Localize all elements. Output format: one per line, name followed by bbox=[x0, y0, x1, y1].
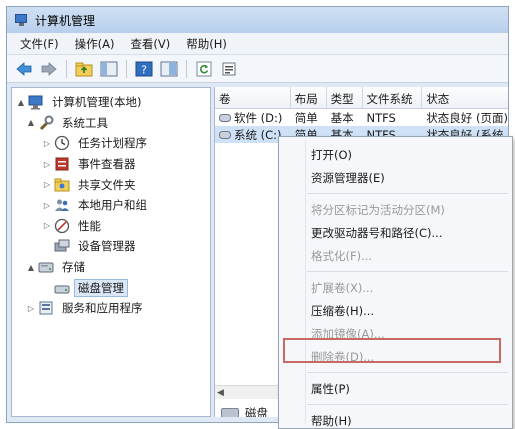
column-volume[interactable]: 卷 bbox=[215, 87, 291, 108]
expander-collapse-icon[interactable]: ▲ bbox=[16, 98, 26, 107]
forward-arrow-icon[interactable] bbox=[38, 58, 60, 80]
tree-node-performance[interactable]: ▷ 性能 bbox=[12, 216, 210, 237]
toolbar: ? bbox=[7, 55, 508, 83]
menu-view[interactable]: 查看(V) bbox=[123, 34, 177, 54]
tree-node-task-scheduler[interactable]: ▷ 任务计划程序 bbox=[12, 133, 210, 154]
device-manager-icon bbox=[54, 238, 70, 254]
computer-management-icon bbox=[15, 13, 29, 27]
menu-item-open[interactable]: 打开(O) bbox=[279, 143, 512, 166]
tree-node-services[interactable]: ▷ 服务和应用程序 bbox=[12, 298, 210, 319]
tree-node-device-manager[interactable]: 设备管理器 bbox=[12, 236, 210, 257]
clock-icon bbox=[54, 135, 70, 151]
table-row[interactable]: 软件 (D:) 简单 基本 NTFS 状态良好 (页面) bbox=[215, 109, 508, 126]
volume-filesystem: NTFS bbox=[366, 110, 396, 125]
event-viewer-icon bbox=[54, 156, 70, 172]
expander-expand-icon[interactable]: ▷ bbox=[26, 304, 36, 313]
tree-label: 设备管理器 bbox=[78, 239, 136, 254]
column-status[interactable]: 状态 bbox=[422, 87, 508, 108]
refresh-icon[interactable] bbox=[193, 58, 215, 80]
tree-label: 存储 bbox=[62, 260, 85, 275]
tree-label: 本地用户和组 bbox=[78, 198, 147, 213]
list-header: 卷 布局 类型 文件系统 状态 bbox=[215, 87, 508, 109]
menu-item-format: 格式化(F)... bbox=[311, 248, 373, 263]
performance-icon bbox=[54, 218, 70, 234]
menu-item-explorer[interactable]: 资源管理器(E) bbox=[279, 166, 512, 189]
delete-volume-highlight bbox=[283, 338, 501, 363]
scroll-left-icon[interactable]: ◀ bbox=[217, 388, 224, 398]
disk-row[interactable]: 磁盘 bbox=[221, 405, 268, 417]
volume-layout: 简单 bbox=[294, 110, 318, 125]
volume-icon bbox=[219, 111, 231, 125]
services-icon bbox=[38, 300, 54, 316]
tree-node-computer-management[interactable]: ▲ 计算机管理(本地) bbox=[12, 92, 210, 113]
window-title: 计算机管理 bbox=[35, 13, 96, 28]
back-arrow-icon[interactable] bbox=[13, 58, 35, 80]
tree-label: 事件查看器 bbox=[78, 157, 136, 172]
column-filesystem[interactable]: 文件系统 bbox=[363, 87, 423, 108]
menu-separator bbox=[307, 271, 508, 272]
svg-text:?: ? bbox=[141, 63, 147, 76]
menu-item-mark-active: 将分区标记为活动分区(M) bbox=[311, 202, 445, 217]
volume-name: 软件 (D:) bbox=[234, 110, 283, 125]
tree-node-shared-folders[interactable]: ▷ 共享文件夹 bbox=[12, 174, 210, 195]
menu-item-help[interactable]: 帮助(H) bbox=[279, 409, 512, 429]
tree-node-local-users[interactable]: ▷ 本地用户和组 bbox=[12, 195, 210, 216]
menu-item-extend-volume: 扩展卷(X)... bbox=[311, 280, 374, 295]
tree-label: 系统工具 bbox=[62, 115, 108, 130]
tree-label: 磁盘管理 bbox=[74, 278, 128, 297]
disk-icon bbox=[221, 408, 239, 417]
disk-management-icon bbox=[54, 280, 70, 296]
tree-label: 计算机管理(本地) bbox=[52, 95, 142, 110]
users-icon bbox=[54, 197, 70, 213]
expander-expand-icon[interactable]: ▷ bbox=[42, 201, 52, 210]
context-menu: 打开(O) 资源管理器(E) 将分区标记为活动分区(M) 更改驱动器号和路径(C… bbox=[278, 136, 513, 429]
console-tree-icon[interactable] bbox=[98, 58, 120, 80]
shared-folder-icon bbox=[54, 177, 70, 193]
computer-management-icon bbox=[28, 94, 44, 110]
disk-label: 磁盘 bbox=[245, 406, 268, 417]
menu-separator bbox=[307, 193, 508, 194]
tree-label: 性能 bbox=[78, 218, 101, 233]
volume-name: 系统 (C:) bbox=[234, 127, 282, 142]
tree-node-storage[interactable]: ▲ 存储 bbox=[12, 257, 210, 278]
menu-bar: 文件(F) 操作(A) 查看(V) 帮助(H) bbox=[7, 33, 508, 55]
column-layout[interactable]: 布局 bbox=[291, 87, 327, 108]
menu-separator bbox=[307, 404, 508, 405]
tree-node-disk-management[interactable]: 磁盘管理 bbox=[12, 277, 210, 298]
volume-status: 状态良好 (页面) bbox=[426, 110, 508, 125]
tree-label: 任务计划程序 bbox=[78, 136, 147, 151]
system-tools-icon bbox=[38, 115, 54, 131]
menu-separator bbox=[307, 372, 508, 373]
storage-icon bbox=[38, 259, 54, 275]
menu-file[interactable]: 文件(F) bbox=[13, 34, 66, 54]
expander-expand-icon[interactable]: ▷ bbox=[42, 221, 52, 230]
up-folder-icon[interactable] bbox=[73, 58, 95, 80]
volume-type: 基本 bbox=[330, 110, 354, 125]
menu-action[interactable]: 操作(A) bbox=[68, 34, 122, 54]
title-bar: 计算机管理 bbox=[7, 7, 508, 33]
expander-expand-icon[interactable]: ▷ bbox=[42, 139, 52, 148]
tree-node-system-tools[interactable]: ▲ 系统工具 bbox=[12, 113, 210, 134]
tree-label: 共享文件夹 bbox=[78, 177, 136, 192]
properties-icon[interactable] bbox=[158, 58, 180, 80]
expander-expand-icon[interactable]: ▷ bbox=[42, 160, 52, 169]
console-tree: ▲ 计算机管理(本地) ▲ 系统工具 ▷ 任务计划程序 ▷ 事件查看器 ▷ 共享… bbox=[11, 87, 211, 417]
menu-item-shrink-volume[interactable]: 压缩卷(H)... bbox=[279, 299, 512, 322]
expander-collapse-icon[interactable]: ▲ bbox=[26, 263, 36, 272]
expander-expand-icon[interactable]: ▷ bbox=[42, 180, 52, 189]
tree-node-event-viewer[interactable]: ▷ 事件查看器 bbox=[12, 154, 210, 175]
tree-label: 服务和应用程序 bbox=[62, 301, 143, 316]
export-icon[interactable] bbox=[218, 58, 240, 80]
help-icon[interactable]: ? bbox=[133, 58, 155, 80]
column-type[interactable]: 类型 bbox=[327, 87, 363, 108]
expander-collapse-icon[interactable]: ▲ bbox=[26, 118, 36, 127]
volume-icon bbox=[219, 128, 231, 142]
menu-item-properties[interactable]: 属性(P) bbox=[279, 377, 512, 400]
menu-help[interactable]: 帮助(H) bbox=[179, 34, 234, 54]
menu-item-change-drive-letter[interactable]: 更改驱动器号和路径(C)... bbox=[279, 221, 512, 244]
